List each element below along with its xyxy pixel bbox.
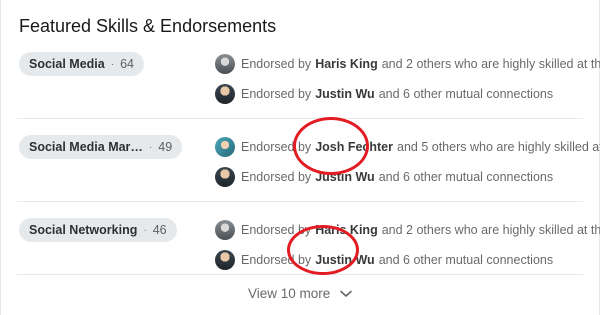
endorser-name[interactable]: Justin Wu [315, 253, 375, 267]
endorsement-line: Endorsed by Haris King and 2 others who … [215, 219, 600, 241]
endorsement-line: Endorsed by Justin Wu and 6 other mutual… [215, 249, 557, 271]
view-more-label: View 10 more [247, 286, 331, 301]
separator-dot: · [110, 58, 115, 70]
skill-pill[interactable]: Social Networking · 46 [19, 218, 177, 242]
endorser-name[interactable]: Justin Wu [315, 87, 375, 101]
endorse-prefix: Endorsed by [241, 253, 312, 267]
skill-row: Social Media Mar… · 49 Endorsed by Josh … [1, 127, 600, 217]
separator-dot: · [148, 141, 153, 153]
endorser-name[interactable]: Justin Wu [315, 170, 375, 184]
skill-name: Social Networking [29, 223, 138, 237]
endorsement-line: Endorsed by Justin Wu and 6 other mutual… [215, 83, 557, 105]
endorse-prefix: Endorsed by [241, 170, 312, 184]
endorse-prefix: Endorsed by [241, 57, 312, 71]
view-more-button[interactable]: View 10 more [1, 286, 599, 301]
skills-card: Featured Skills & Endorsements Social Me… [0, 0, 600, 315]
avatar[interactable] [215, 250, 235, 270]
endorse-rest[interactable]: and 5 others who are highly skilled at t… [397, 140, 600, 154]
skill-name: Social Media Mar… [29, 140, 143, 154]
endorsement-count: 49 [158, 140, 173, 154]
skill-name: Social Media [29, 57, 105, 71]
chevron-down-icon [340, 291, 352, 298]
endorse-prefix: Endorsed by [241, 87, 312, 101]
divider [17, 118, 583, 119]
skill-pill[interactable]: Social Media · 64 [19, 52, 144, 76]
skill-row: Social Media · 64 Endorsed by Haris King… [1, 44, 600, 134]
separator-dot: · [143, 224, 147, 236]
endorsement-count: 64 [120, 57, 134, 71]
endorse-rest[interactable]: and 6 other mutual connections [379, 87, 553, 101]
endorser-name[interactable]: Haris King [315, 223, 378, 237]
endorse-prefix: Endorsed by [241, 223, 312, 237]
endorsement-line: Endorsed by Josh Fechter and 5 others wh… [215, 136, 600, 158]
endorse-rest[interactable]: and 2 others who are highly skilled at t… [382, 57, 600, 71]
avatar[interactable] [215, 220, 235, 240]
endorsement-line: Endorsed by Justin Wu and 6 other mutual… [215, 166, 557, 188]
divider [17, 274, 583, 275]
endorse-rest[interactable]: and 6 other mutual connections [379, 170, 553, 184]
endorse-prefix: Endorsed by [241, 140, 312, 154]
avatar[interactable] [215, 54, 235, 74]
endorse-rest[interactable]: and 6 other mutual connections [379, 253, 553, 267]
section-title: Featured Skills & Endorsements [19, 16, 277, 36]
divider [17, 201, 583, 202]
avatar[interactable] [215, 84, 235, 104]
endorser-name[interactable]: Haris King [315, 57, 378, 71]
endorse-rest[interactable]: and 2 others who are highly skilled at t… [382, 223, 600, 237]
endorser-name[interactable]: Josh Fechter [315, 140, 393, 154]
avatar[interactable] [215, 167, 235, 187]
endorsement-count: 46 [152, 223, 167, 237]
endorsement-line: Endorsed by Haris King and 2 others who … [215, 53, 600, 75]
avatar[interactable] [215, 137, 235, 157]
skill-pill[interactable]: Social Media Mar… · 49 [19, 135, 183, 159]
